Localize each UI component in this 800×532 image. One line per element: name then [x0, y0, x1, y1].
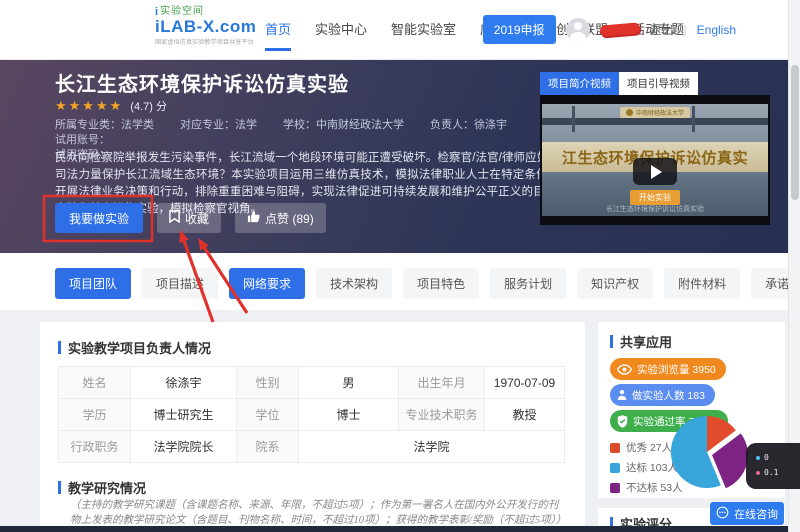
leader-info-card: 实验教学项目负责人情况 姓名 徐涤宇 性别 男 出生年月 1970-07-09 …: [40, 322, 585, 526]
section-accent-bar: [610, 335, 613, 348]
video-tabs: 项目简介视频 项目引导视频: [540, 72, 698, 95]
cell-label: 出生年月: [399, 367, 485, 399]
footer-bar: [0, 526, 788, 532]
cell-value: 1970-07-09: [485, 367, 565, 399]
eye-icon: [617, 364, 632, 375]
cell-label: 专业技术职务: [399, 399, 485, 431]
legend-swatch: [610, 483, 620, 493]
results-pie-chart: [660, 410, 755, 500]
section-accent-bar: [58, 481, 61, 494]
redacted-username-scribble: [599, 22, 640, 36]
navbar-right: 2019申报 退出 | English: [483, 0, 736, 59]
section-tabstrip: 项目团队 项目描述 网络要求 技术架构 项目特色 服务计划 知识产权 附件材料 …: [0, 253, 788, 310]
network-monitor-overlay: 0 0.1: [746, 443, 800, 489]
crest-icon: [626, 109, 633, 116]
apply-2019-button[interactable]: 2019申报: [483, 15, 556, 44]
navbar: i 实验空间 iLAB-X.com 国家虚拟仿真实验教学项目共享平台 首页 实验…: [0, 0, 788, 60]
shield-check-icon: [617, 415, 628, 428]
cell-value: 男: [299, 367, 399, 399]
tab-project-team[interactable]: 项目团队: [55, 268, 131, 299]
table-row: 行政职务 法学院院长 院系 法学院: [59, 431, 565, 463]
cell-label: 姓名: [59, 367, 131, 399]
university-emblem: 中南财经政法大学: [620, 107, 690, 118]
participants-stat-badge: 做实验人数 183: [610, 384, 715, 406]
cell-label: 性别: [237, 367, 299, 399]
views-stat-badge: 实验浏览量 3950: [610, 358, 726, 380]
leader-section-title: 实验教学项目负责人情况: [68, 338, 211, 357]
logo-cn-text: 实验空间: [160, 7, 204, 17]
scrollbar-thumb[interactable]: [791, 65, 799, 200]
nav-item-smart-lab[interactable]: 智能实验室: [391, 0, 456, 59]
logo-en-text: iLAB-X.com: [155, 17, 265, 36]
meta-school: 学校：中南财经政法大学: [283, 119, 404, 131]
intro-video-player[interactable]: 中南财经政法大学 江生态环境保护诉讼仿真实 开始实验 长江生态环境保护诉讼仿真实…: [540, 95, 770, 225]
tab-project-description[interactable]: 项目描述: [142, 268, 218, 299]
research-note: （主持的教学研究课题（含课题名称、来源、年限，不超过5项）；作为第一署名人在国内…: [70, 498, 562, 528]
online-consult-button[interactable]: 在线咨询: [710, 502, 784, 525]
play-icon: [651, 165, 662, 179]
cell-value: 法学院院长: [131, 431, 237, 463]
cell-value: 徐涤宇: [131, 367, 237, 399]
experiment-title: 长江生态环境保护诉讼仿真实验: [55, 68, 349, 97]
cell-value: 博士: [299, 399, 399, 431]
legend-swatch: [610, 443, 620, 453]
tab-attachments[interactable]: 附件材料: [664, 268, 740, 299]
legend-swatch: [610, 463, 620, 473]
bookmark-icon: [169, 210, 180, 226]
cell-label: 院系: [237, 431, 299, 463]
nav-item-home[interactable]: 首页: [265, 0, 291, 59]
tab-intellectual-property[interactable]: 知识产权: [577, 268, 653, 299]
cell-value: 博士研究生: [131, 399, 237, 431]
nav-divider: |: [684, 23, 687, 37]
monitor-dot: [756, 471, 760, 475]
cell-label: 学历: [59, 399, 131, 431]
cell-value: 法学院: [299, 431, 565, 463]
do-experiment-button[interactable]: 我要做实验: [55, 203, 143, 233]
star-rating-icons: ★★★★★: [55, 98, 123, 114]
logo-tagline: 国家虚拟仿真实验教学项目共享平台: [155, 36, 260, 46]
research-section-title: 教学研究情况: [68, 478, 146, 497]
table-row: 姓名 徐涤宇 性别 男 出生年月 1970-07-09: [59, 367, 565, 399]
tab-network-requirements[interactable]: 网络要求: [229, 268, 305, 299]
tab-service-plan[interactable]: 服务计划: [490, 268, 566, 299]
logout-link[interactable]: 退出: [650, 21, 674, 38]
share-section-title: 共享应用: [620, 332, 672, 351]
thumbs-up-icon: [247, 210, 260, 226]
meta-major: 对应专业：法学: [180, 119, 257, 131]
favorite-button[interactable]: 收藏: [157, 203, 221, 233]
video-caption: 长江生态环境保护诉讼仿真实验: [542, 204, 768, 214]
page: i 实验空间 iLAB-X.com 国家虚拟仿真实验教学项目共享平台 首页 实验…: [0, 0, 800, 532]
video-thumbnail: 中南财经政法大学 江生态环境保护诉讼仿真实 开始实验 长江生态环境保护诉讼仿真实…: [542, 104, 768, 216]
video-start-experiment-button[interactable]: 开始实验: [630, 190, 680, 205]
person-icon: [617, 389, 627, 401]
monitor-dot: [756, 456, 760, 460]
tab-tech-architecture[interactable]: 技术架构: [316, 268, 392, 299]
tab-project-features[interactable]: 项目特色: [403, 268, 479, 299]
chat-bubble-icon: [716, 506, 729, 522]
nav-item-experiment-center[interactable]: 实验中心: [315, 0, 367, 59]
meta-category: 所属专业类：法学类: [55, 119, 154, 131]
logo-i-mark: i: [155, 7, 158, 17]
cell-value: 教授: [485, 399, 565, 431]
meta-leader: 负责人：徐涤宇: [430, 119, 507, 131]
play-button[interactable]: [633, 158, 677, 185]
like-button[interactable]: 点赞 (89): [235, 203, 326, 233]
video-tab-guide[interactable]: 项目引导视频: [619, 72, 698, 95]
meta-trial-account: 试用账号：: [55, 134, 110, 146]
video-tab-intro[interactable]: 项目简介视频: [540, 72, 619, 95]
table-row: 学历 博士研究生 学位 博士 专业技术职务 教授: [59, 399, 565, 431]
site-logo[interactable]: i 实验空间 iLAB-X.com 国家虚拟仿真实验教学项目共享平台: [155, 7, 265, 46]
section-accent-bar: [58, 341, 61, 354]
hero-banner: 长江生态环境保护诉讼仿真实验 ★★★★★ (4.7) 分 所属专业类：法学类 对应…: [0, 60, 788, 253]
cell-label: 行政职务: [59, 431, 131, 463]
language-toggle-english[interactable]: English: [697, 23, 736, 37]
user-avatar[interactable]: [566, 18, 590, 42]
rating-score: (4.7) 分: [130, 98, 167, 114]
cell-label: 学位: [237, 399, 299, 431]
leader-table: 姓名 徐涤宇 性别 男 出生年月 1970-07-09 学历 博士研究生 学位 …: [58, 366, 565, 463]
